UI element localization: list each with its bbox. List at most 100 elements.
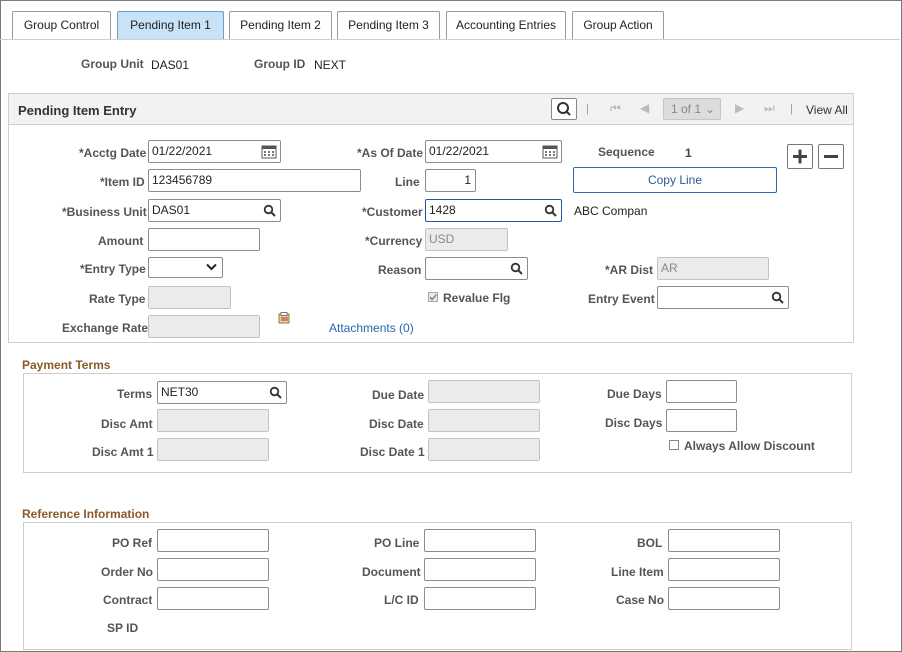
tab-group-action[interactable]: Group Action [572, 11, 664, 39]
item-id-label: *Item ID [100, 175, 145, 189]
tab-label: Pending Item 1 [130, 18, 211, 32]
lc-id-input[interactable] [424, 587, 536, 610]
document-input[interactable] [424, 558, 536, 581]
ar-dist-label: *AR Dist [605, 263, 654, 277]
amount-input[interactable] [148, 228, 260, 251]
disc-days-label: Disc Days [605, 416, 663, 430]
tab-pending-item-1[interactable]: Pending Item 1 [117, 11, 224, 39]
line-input[interactable]: 1 [425, 169, 476, 192]
tab-label: Pending Item 2 [240, 18, 321, 32]
order-no-label: Order No [101, 565, 154, 579]
tab-label: Accounting Entries [455, 18, 557, 32]
chevron-down-icon [206, 263, 217, 271]
copy-line-label: Copy Line [647, 173, 703, 187]
amount-label: Amount [98, 234, 144, 248]
line-label: Line [395, 175, 420, 189]
rate-type-label: Rate Type [89, 292, 146, 306]
po-line-label: PO Line [374, 536, 420, 550]
case-no-input[interactable] [668, 587, 780, 610]
attachments-link[interactable]: Attachments (0) [329, 321, 414, 335]
search-icon[interactable] [544, 204, 557, 217]
terms-input[interactable]: NET30 [157, 381, 287, 404]
search-icon[interactable] [510, 262, 523, 275]
group-id-label: Group ID [254, 57, 306, 71]
disc-amt-label: Disc Amt [101, 417, 153, 431]
calendar-icon[interactable] [542, 144, 558, 159]
customer-name: ABC Compan [574, 204, 648, 218]
line-item-input[interactable] [668, 558, 780, 581]
disc-date-input [428, 409, 540, 432]
reason-input[interactable] [425, 257, 528, 280]
delete-row-button[interactable] [818, 144, 844, 169]
search-icon[interactable] [771, 291, 784, 304]
terms-value: NET30 [161, 385, 199, 399]
acctg-date-label: *Acctg Date [79, 146, 147, 160]
item-id-input[interactable]: 123456789 [148, 169, 361, 192]
business-unit-value: DAS01 [152, 203, 191, 217]
reason-label: Reason [378, 263, 422, 277]
po-ref-label: PO Ref [112, 536, 153, 550]
due-days-input[interactable] [666, 380, 737, 403]
po-ref-input[interactable] [157, 529, 269, 552]
tab-pending-item-3[interactable]: Pending Item 3 [337, 11, 440, 39]
tab-accounting-entries[interactable]: Accounting Entries [446, 11, 566, 39]
always-allow-discount-checkbox[interactable] [669, 440, 679, 450]
case-no-label: Case No [616, 593, 665, 607]
entry-type-label: *Entry Type [80, 262, 146, 276]
rate-type-input [148, 286, 231, 309]
sp-id-label: SP ID [107, 621, 139, 635]
group-unit-label: Group Unit [81, 57, 144, 71]
order-no-input[interactable] [157, 558, 269, 581]
business-unit-label: *Business Unit [62, 205, 147, 219]
bol-input[interactable] [668, 529, 780, 552]
as-of-date-value: 01/22/2021 [429, 144, 490, 158]
entry-event-input[interactable] [657, 286, 789, 309]
due-days-label: Due Days [607, 387, 662, 401]
po-line-input[interactable] [424, 529, 536, 552]
contract-input[interactable] [157, 587, 269, 610]
add-row-button[interactable] [787, 144, 813, 169]
entry-type-select[interactable] [148, 257, 223, 278]
calendar-icon[interactable] [261, 144, 277, 159]
search-icon[interactable] [269, 386, 282, 399]
ar-dist-value: AR [661, 261, 678, 275]
customer-value: 1428 [429, 203, 456, 217]
bol-label: BOL [637, 536, 663, 550]
group-unit-value: DAS01 [151, 58, 190, 72]
tab-bar: Group Control Pending Item 1 Pending Ite… [0, 0, 900, 40]
customer-label: *Customer [362, 205, 423, 219]
reference-information-title: Reference Information [22, 507, 150, 521]
exchange-rate-label: Exchange Rate [62, 321, 149, 335]
acctg-date-value: 01/22/2021 [152, 144, 213, 158]
as-of-date-label: *As Of Date [357, 146, 424, 160]
business-unit-input[interactable]: DAS01 [148, 199, 281, 222]
revalue-flg-checkbox[interactable] [428, 292, 438, 302]
always-allow-discount-label: Always Allow Discount [684, 439, 815, 453]
due-date-input [428, 380, 540, 403]
tab-label: Pending Item 3 [348, 18, 429, 32]
currency-label: *Currency [365, 234, 423, 248]
as-of-date-input[interactable]: 01/22/2021 [425, 140, 562, 163]
entry-event-label: Entry Event [588, 292, 655, 306]
disc-days-input[interactable] [666, 409, 737, 432]
customer-input[interactable]: 1428 [425, 199, 562, 222]
contract-label: Contract [103, 593, 153, 607]
disc-amt-1-input [157, 438, 269, 461]
acctg-date-input[interactable]: 01/22/2021 [148, 140, 281, 163]
disc-date-1-input [428, 438, 540, 461]
document-label: Document [362, 565, 421, 579]
plus-icon [793, 149, 807, 164]
terms-label: Terms [117, 387, 153, 401]
line-item-label: Line Item [611, 565, 664, 579]
group-id-value: NEXT [314, 58, 347, 72]
tab-group-control[interactable]: Group Control [12, 11, 111, 39]
revalue-flg-label: Revalue Flg [443, 291, 511, 305]
copy-line-button[interactable]: Copy Line [573, 167, 777, 193]
check-icon [429, 293, 438, 301]
search-icon[interactable] [263, 204, 276, 217]
attachment-icon[interactable] [278, 312, 292, 325]
minus-icon [824, 155, 838, 158]
payment-terms-title: Payment Terms [22, 358, 111, 372]
disc-amt-1-label: Disc Amt 1 [92, 445, 154, 459]
tab-pending-item-2[interactable]: Pending Item 2 [229, 11, 332, 39]
